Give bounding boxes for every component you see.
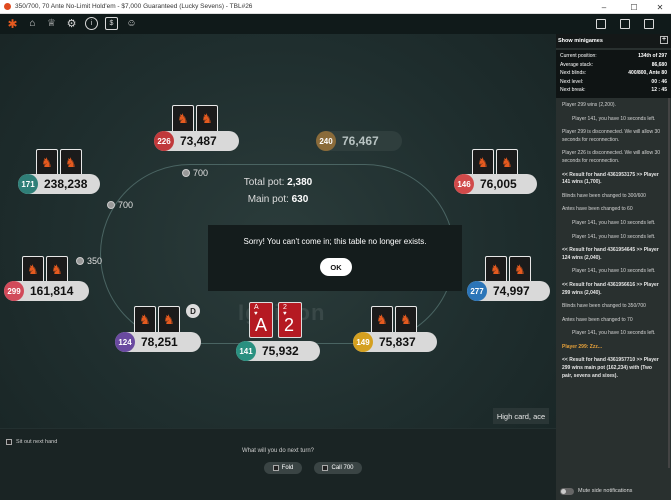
seat-149[interactable]: 149 75,837 xyxy=(353,332,437,352)
bet-chips: 700 xyxy=(107,200,133,210)
bet-chips: 700 xyxy=(182,168,208,178)
chat-scrollbar[interactable] xyxy=(668,98,670,468)
hand-strength-label: High card, ace xyxy=(493,408,549,424)
stat-row: Next break: 12 : 45 xyxy=(560,87,667,93)
chat-entry: Player 141, you have 10 seconds left. xyxy=(572,115,656,122)
hero-card-1: A ♥ A xyxy=(249,302,273,338)
chat-entry: Player 299: Zzz... xyxy=(562,343,603,350)
main-pot-value: 630 xyxy=(291,194,309,205)
chat-entry: Player 141, you have 10 seconds left. xyxy=(572,330,656,337)
checkbox-icon xyxy=(322,465,329,471)
grid-icon[interactable] xyxy=(620,19,630,29)
chat-entry: Antes have been changed to 70 xyxy=(562,316,633,323)
cashier-icon[interactable]: $ xyxy=(105,17,118,30)
error-dialog: Sorry! You can't come in; this table no … xyxy=(208,225,462,291)
minigames-header[interactable]: Show minigames + xyxy=(556,34,671,48)
chat-entry: Blinds have been changed to 300/600 xyxy=(562,192,646,199)
chat-entry: Player 141, you have 10 seconds left. xyxy=(572,268,656,275)
error-message: Sorry! You can't come in; this table no … xyxy=(243,237,427,246)
chat-entry: Antes have been changed to 60 xyxy=(562,206,633,213)
layout-icon[interactable] xyxy=(596,19,606,29)
toggle-icon[interactable] xyxy=(560,487,574,495)
total-pot-value: 2,380 xyxy=(287,177,313,188)
seat-277[interactable]: 277 74,997 xyxy=(467,281,550,301)
dealer-chat-log[interactable]: Player 299 wins (2,200). Player 141, you … xyxy=(556,98,667,482)
minimize-icon[interactable]: – xyxy=(594,0,614,14)
chat-entry: Player 141, you have 10 seconds left. xyxy=(572,233,656,240)
trophy-icon[interactable]: ♕ xyxy=(45,17,58,30)
chat-entry: << Result for hand 4361956616 >> Player … xyxy=(562,281,659,296)
seat-124[interactable]: 124 78,251 xyxy=(115,332,201,352)
seat-299[interactable]: 299 161,814 xyxy=(4,281,89,301)
action-bar: Sit out next hand What will you do next … xyxy=(0,428,556,500)
chat-entry: Player 226 is disconnected. We will allo… xyxy=(562,150,661,164)
sit-out-checkbox[interactable]: Sit out next hand xyxy=(6,439,57,445)
seat-240[interactable]: 240 76,467 xyxy=(316,131,402,151)
chat-entry: << Result for hand 4361957710 >> Player … xyxy=(562,357,659,379)
seat-171[interactable]: 171 238,238 xyxy=(18,174,100,194)
bet-chips: 350 xyxy=(76,256,102,266)
seat-146[interactable]: 146 76,005 xyxy=(454,174,537,194)
chip-icon xyxy=(76,257,84,265)
chip-icon xyxy=(107,201,115,209)
info-icon[interactable]: i xyxy=(85,17,98,30)
call-button[interactable]: Call 700 xyxy=(314,462,362,474)
stat-row: Next level: 00 : 46 xyxy=(560,78,667,85)
app-logo-icon xyxy=(4,3,11,10)
chat-entry: Player 141, you have 10 seconds left. xyxy=(572,219,656,226)
checkbox-icon xyxy=(272,465,279,471)
stat-row: Average stack: 86,680 xyxy=(560,61,667,68)
maximize-icon[interactable]: ☐ xyxy=(624,0,644,14)
next-turn-prompt: What will you do next turn? xyxy=(241,448,315,454)
expand-icon[interactable]: + xyxy=(660,36,668,44)
window-title: 350/700, 70 Ante No-Limit Hold'em - $7,0… xyxy=(15,3,253,10)
chat-entry: Blinds have been changed to 350/700 xyxy=(562,303,646,310)
home-icon[interactable]: ⌂ xyxy=(26,17,39,30)
checkbox-icon[interactable] xyxy=(6,439,12,445)
seat-141-hero[interactable]: 141 75,932 xyxy=(236,341,320,361)
chat-entry: Player 299 is disconnected. We will allo… xyxy=(562,129,661,143)
seat-226[interactable]: 226 73,487 xyxy=(154,131,239,151)
chat-entry: Player 299 wins (2,200). xyxy=(562,102,616,108)
tournament-stats: Current position: 134th of 297 Average st… xyxy=(556,50,671,98)
menu-icon[interactable]: ✱ xyxy=(6,17,19,31)
fold-button[interactable]: Fold xyxy=(264,462,302,474)
sidebar: Show minigames + Current position: 134th … xyxy=(556,34,671,500)
window-icon[interactable] xyxy=(644,19,654,29)
title-bar: 350/700, 70 Ante No-Limit Hold'em - $7,0… xyxy=(0,0,671,14)
ok-button[interactable]: OK xyxy=(320,258,352,276)
emoji-icon[interactable]: ☺ xyxy=(125,17,138,30)
gear-icon[interactable]: ⚙ xyxy=(65,17,78,30)
dealer-button: D xyxy=(186,304,200,318)
stat-row: Current position: 134th of 297 xyxy=(560,53,667,59)
chat-entry: << Result for hand 4361953175 >> Player … xyxy=(562,171,659,186)
main-pot: Main pot: 630 xyxy=(247,194,309,205)
stat-row: Next blinds: 400/800, Ante 80 xyxy=(560,70,667,76)
chip-icon xyxy=(182,169,190,177)
mute-notifications-toggle[interactable]: Mute side notifications xyxy=(556,482,671,500)
close-icon[interactable]: ✕ xyxy=(650,0,670,14)
hero-card-2: 2 ♥ 2 xyxy=(278,302,302,338)
toolbar: ✱ ⌂ ♕ ⚙ i $ ☺ xyxy=(0,14,671,34)
chat-entry: << Result for hand 4361954645 >> Player … xyxy=(562,247,659,261)
